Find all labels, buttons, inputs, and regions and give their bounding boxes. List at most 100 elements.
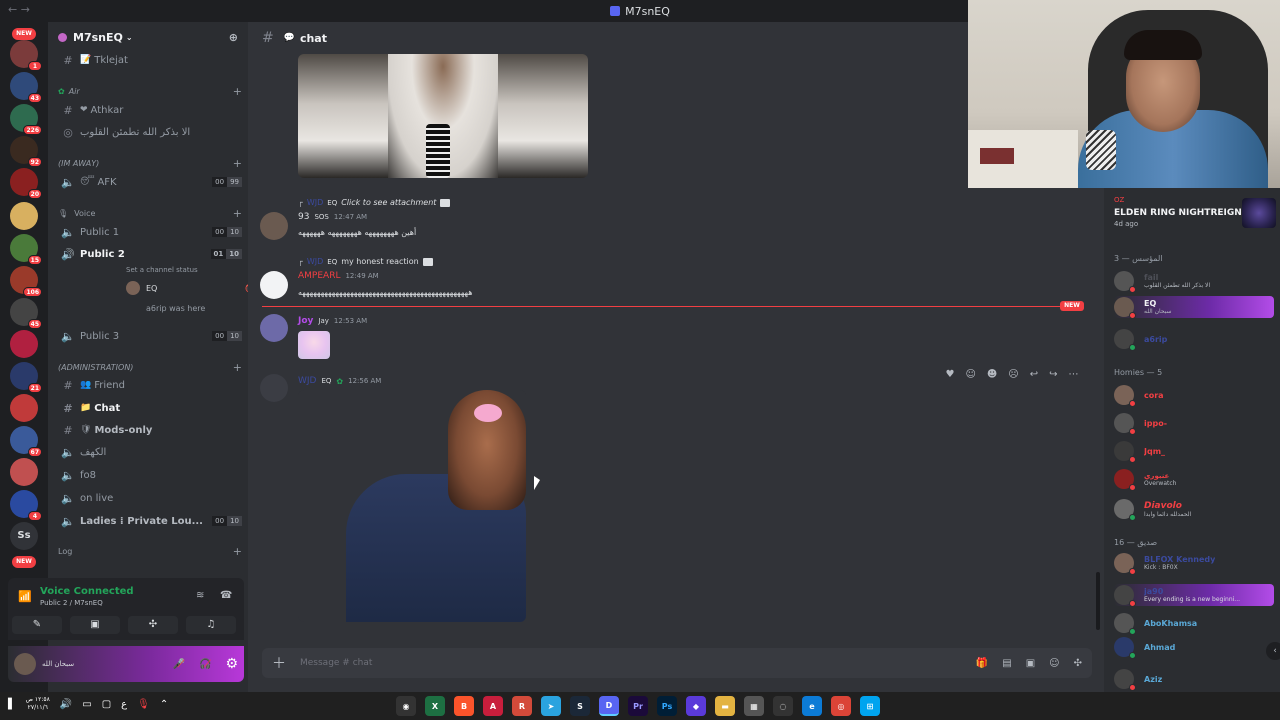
forward-icon[interactable]: ↪ [1049, 369, 1057, 380]
voice-connected-subtitle[interactable]: Public 2 / M7snEQ [40, 599, 103, 607]
image-attachment[interactable] [298, 390, 526, 622]
voice-user[interactable]: EQ🔇 [126, 281, 255, 295]
member-item[interactable]: Aziz [1114, 668, 1274, 691]
gift-icon[interactable]: 🎁 [976, 658, 988, 669]
battery-icon[interactable]: ▢ [102, 699, 111, 710]
voice-channel-public1[interactable]: 🔈 Public 1 00 10 [56, 222, 242, 242]
member-item[interactable]: ippo- [1114, 412, 1274, 435]
network-icon[interactable]: ▭ [82, 699, 91, 710]
heart-icon[interactable]: ♥ [945, 369, 954, 380]
chevron-up-icon[interactable]: ⌃ [160, 699, 168, 710]
channel-chat[interactable]: # 📁 Chat [56, 398, 242, 418]
voice-channel-ladies[interactable]: 🔈 Ladies ⁞ Private Lou... 00 10 [56, 511, 242, 531]
server-icon[interactable] [10, 458, 38, 486]
channel-athkar[interactable]: # ❤ Athkar [56, 100, 242, 120]
soundboard-button[interactable]: ♫ [186, 616, 236, 634]
photoshop-icon[interactable]: Ps [657, 696, 677, 716]
obs-icon[interactable]: ◉ [396, 696, 416, 716]
server-icon[interactable]: Ss [10, 522, 38, 550]
more-icon[interactable]: ⋯ [1068, 369, 1078, 380]
emoji-icon[interactable]: ☻ [987, 369, 997, 380]
brave-icon[interactable]: B [454, 696, 474, 716]
message-composer[interactable]: ＋ Message # chat 🎁 ▤ ▣ ☺ ✣ [262, 648, 1092, 678]
username[interactable]: 93 [298, 212, 309, 222]
reply-preview[interactable]: ┌ WJD EQ Click to see attachment [298, 198, 451, 207]
scrollbar[interactable] [1096, 572, 1100, 630]
signal-icon[interactable]: 📶 [18, 590, 32, 603]
member-item[interactable]: cora [1114, 384, 1274, 407]
add-reaction-icon[interactable]: ☹ [1008, 369, 1018, 380]
nav-arrows-icon[interactable]: ← → [8, 3, 30, 16]
excel-icon[interactable]: X [425, 696, 445, 716]
server-icon[interactable] [10, 330, 38, 358]
reply-icon[interactable]: ↩ [1030, 369, 1038, 380]
user-status[interactable]: سبحان الله [42, 660, 74, 668]
noise-suppression-icon[interactable]: ≋ [196, 590, 204, 601]
server-icon[interactable]: 21 [10, 362, 42, 393]
emoji-icon[interactable]: ☺ [1049, 658, 1059, 669]
server-icon[interactable]: 67 [10, 426, 42, 457]
add-attachment-icon[interactable]: ＋ [272, 653, 286, 673]
mic-muted-icon[interactable]: 🎤̸ [173, 659, 185, 670]
activity-card[interactable]: OZ ELDEN RING NIGHTREIGN 4d ago [1114, 196, 1276, 228]
sticker-icon[interactable]: ▣ [1026, 658, 1035, 669]
channel-friend[interactable]: # 👥 Friend [56, 375, 242, 395]
avatar[interactable] [260, 314, 288, 342]
premiere-icon[interactable]: Pr [628, 696, 648, 716]
voice-channel-onlive[interactable]: 🔈 on live [56, 488, 242, 508]
acrobat-icon[interactable]: A [483, 696, 503, 716]
chevron-left-icon[interactable]: ‹ [1266, 642, 1280, 660]
voice-channel-fo8[interactable]: 🔈 fo8 [56, 465, 242, 485]
server-icon[interactable]: 92 [10, 136, 42, 167]
server-icon[interactable]: 4 [10, 490, 42, 521]
category-administration[interactable]: (ADMINISTRATION) + [58, 360, 242, 374]
volume-icon[interactable]: 🔊 [60, 699, 72, 710]
server-icon[interactable] [10, 202, 38, 230]
avatar[interactable] [260, 212, 288, 240]
member-item[interactable]: BLFOX Kennedy Kick : BF0X [1114, 552, 1274, 575]
voice-connected-title[interactable]: Voice Connected [40, 586, 134, 597]
category-away[interactable]: (IM AWAY) + [58, 156, 242, 170]
gear-icon[interactable]: ⚙ [225, 656, 238, 672]
avatar[interactable] [260, 374, 288, 402]
server-header[interactable]: M7snEQ ⌄ ⊕ [48, 22, 248, 52]
chrome-icon[interactable]: ◎ [831, 696, 851, 716]
server-icon[interactable]: 106 [10, 266, 42, 297]
app-icon[interactable]: R [512, 696, 532, 716]
windows-icon[interactable]: ⊞ [860, 696, 880, 716]
channel-mods-only[interactable]: # 🛡 Mods-only [56, 420, 242, 440]
avatar[interactable] [260, 271, 288, 299]
new-badge[interactable]: NEW [12, 28, 36, 40]
category-voice[interactable]: 🎙 Voice + [58, 206, 242, 220]
discord-icon[interactable]: D [599, 696, 619, 716]
server-icon[interactable]: 45 [10, 298, 42, 329]
language-icon[interactable]: ع [121, 699, 127, 710]
store-icon[interactable]: ▦ [744, 696, 764, 716]
steam-icon[interactable]: S [570, 696, 590, 716]
apps-icon[interactable]: ✣ [1074, 658, 1082, 669]
emoji-icon[interactable]: ☺ [965, 369, 975, 380]
sticker-image[interactable] [298, 331, 330, 359]
member-item[interactable]: عنبوري Overwatch [1114, 468, 1274, 491]
category-air[interactable]: ✿ Air + [58, 84, 242, 98]
voice-channel-afk[interactable]: 🔈 😴 AFK 00 99 [56, 172, 242, 192]
member-item[interactable]: a6rip [1114, 328, 1274, 351]
notification-icon[interactable]: ▌ [8, 699, 16, 710]
reply-preview[interactable]: ┌ WJD EQ my honest reaction [298, 257, 433, 266]
server-icon[interactable]: 226 [10, 104, 42, 135]
server-icon[interactable]: 20 [10, 168, 42, 199]
app-icon[interactable]: ◌ [773, 696, 793, 716]
member-item[interactable]: Jqm_ [1114, 440, 1274, 463]
member-item[interactable]: Ahmad [1114, 636, 1274, 659]
new-badge[interactable]: NEW [12, 556, 36, 568]
screen-share-button[interactable]: ▣ [70, 616, 120, 634]
server-icon[interactable] [10, 394, 38, 422]
edge-icon[interactable]: e [802, 696, 822, 716]
disconnect-icon[interactable]: ☎ [220, 590, 232, 601]
voice-channel-alkahf[interactable]: 🔈 الكهف [56, 442, 242, 462]
avatar[interactable] [14, 653, 36, 675]
category-log[interactable]: Log + [58, 544, 242, 558]
voice-channel-public2[interactable]: 🔊 Public 2 01 10 [56, 244, 242, 264]
member-item[interactable]: EQ سبحان الله [1114, 296, 1274, 319]
add-user-icon[interactable]: ⊕ [229, 31, 238, 44]
